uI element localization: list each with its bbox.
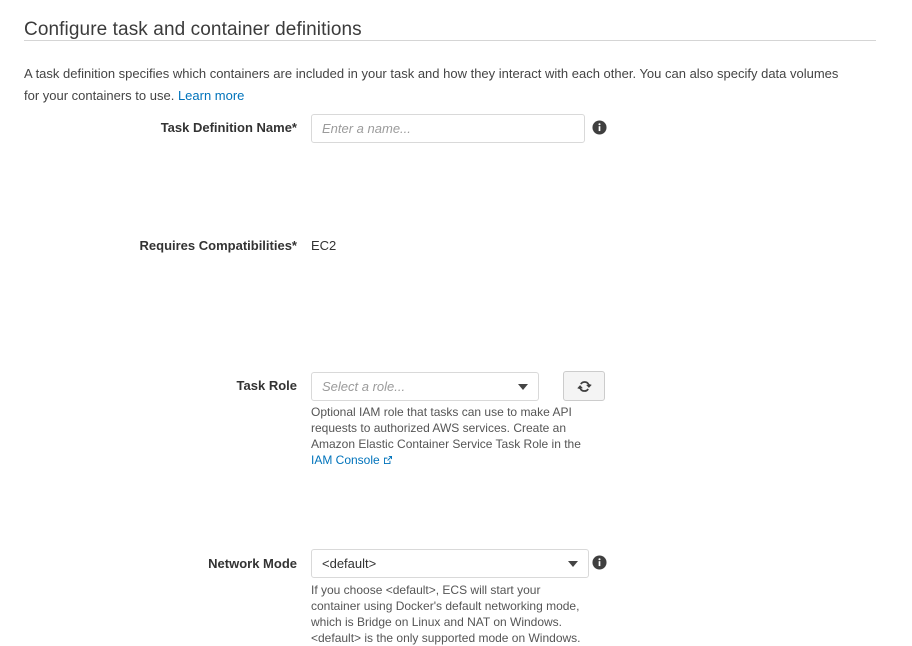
task-definition-name-input[interactable] bbox=[311, 114, 585, 143]
refresh-icon bbox=[576, 380, 592, 392]
chevron-down-icon bbox=[518, 383, 528, 390]
network-mode-help-text: If you choose <default>, ECS will start … bbox=[311, 583, 581, 645]
task-role-selected-value: Select a role... bbox=[322, 379, 406, 394]
task-role-label: Task Role bbox=[236, 378, 297, 393]
network-mode-select[interactable]: <default> bbox=[311, 549, 589, 578]
external-link-icon bbox=[383, 453, 393, 469]
chevron-down-icon bbox=[568, 560, 578, 567]
page-description: A task definition specifies which contai… bbox=[24, 63, 854, 107]
page-description-text: A task definition specifies which contai… bbox=[24, 66, 839, 103]
task-definition-name-control bbox=[311, 114, 585, 143]
form-row-requires-compatibilities: Requires Compatibilities* EC2 bbox=[0, 156, 912, 253]
form-row-task-role: Task Role Select a role... Optional IAM … bbox=[0, 224, 912, 467]
form-row-task-definition-name: Task Definition Name* bbox=[0, 108, 912, 156]
network-mode-info-icon[interactable] bbox=[592, 555, 607, 570]
form-row-network-mode: Network Mode <default> If you choose <de… bbox=[0, 253, 912, 645]
task-role-select[interactable]: Select a role... bbox=[311, 372, 539, 401]
configure-task-definition-page: Configure task and container definitions… bbox=[0, 0, 912, 645]
task-definition-name-info-icon[interactable] bbox=[592, 120, 607, 135]
task-role-help-text-body: Optional IAM role that tasks can use to … bbox=[311, 405, 581, 451]
task-definition-name-label: Task Definition Name* bbox=[160, 120, 297, 135]
task-role-help-text: Optional IAM role that tasks can use to … bbox=[311, 404, 593, 469]
task-definition-form: Task Definition Name* Requires Compatibi… bbox=[0, 108, 912, 645]
network-mode-label: Network Mode bbox=[208, 556, 297, 571]
learn-more-link[interactable]: Learn more bbox=[178, 88, 244, 103]
network-mode-selected-value: <default> bbox=[322, 556, 377, 571]
page-title: Configure task and container definitions bbox=[24, 18, 362, 40]
iam-console-link[interactable]: IAM Console bbox=[311, 453, 380, 467]
task-role-refresh-button[interactable] bbox=[563, 371, 605, 401]
title-divider bbox=[24, 40, 876, 41]
